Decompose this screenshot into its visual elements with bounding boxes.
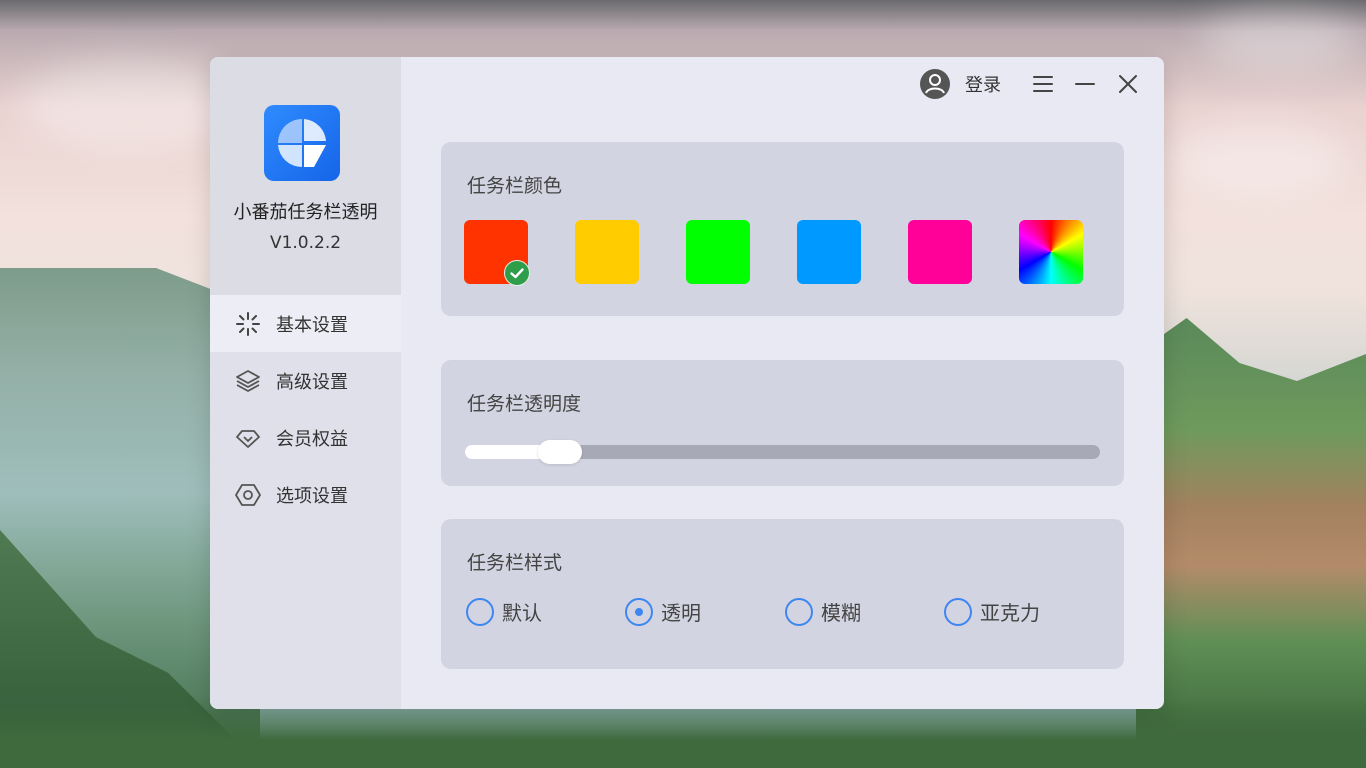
radio-circle [466, 597, 494, 626]
hamburger-menu-button[interactable] [1030, 71, 1056, 97]
sidebar: 小番茄任务栏透明 V1.0.2.2 基本设置 高级设置 会员权益 选项设置 [210, 57, 401, 709]
color-swatch-pink[interactable] [908, 220, 972, 284]
nav-item-option-settings[interactable]: 选项设置 [210, 466, 401, 523]
radio-label: 透明 [661, 601, 701, 625]
nav-label: 会员权益 [276, 428, 348, 450]
app-version: V1.0.2.2 [269, 233, 342, 253]
login-button[interactable]: 登录 [965, 71, 1001, 97]
nav-label: 选项设置 [276, 485, 348, 507]
nav-item-basic-settings[interactable]: 基本设置 [210, 295, 401, 352]
minimize-button[interactable] [1072, 71, 1098, 97]
card-title: 任务栏样式 [467, 552, 563, 574]
taskbar-transparency-card: 任务栏透明度 [441, 360, 1124, 486]
style-radio-blur[interactable]: 模糊 [785, 597, 861, 626]
nav-item-member-benefits[interactable]: 会员权益 [210, 409, 401, 466]
avatar-icon[interactable] [919, 68, 951, 100]
main-panel: 登录 任务栏颜色 任务栏透明度 任务栏样式 默认 透明 模糊 亚克力 [401, 57, 1164, 709]
layers-icon [234, 367, 262, 395]
app-window: 小番茄任务栏透明 V1.0.2.2 基本设置 高级设置 会员权益 选项设置 登录… [210, 57, 1164, 709]
taskbar-color-card: 任务栏颜色 [441, 142, 1124, 316]
radio-circle [625, 597, 653, 626]
color-swatch-green[interactable] [686, 220, 750, 284]
sidebar-header: 小番茄任务栏透明 V1.0.2.2 [210, 57, 401, 295]
style-radio-acrylic[interactable]: 亚克力 [944, 597, 1040, 626]
app-name: 小番茄任务栏透明 [233, 202, 378, 223]
nav-label: 高级设置 [276, 371, 348, 393]
style-radio-transparent[interactable]: 透明 [625, 597, 701, 626]
radio-circle [785, 597, 813, 626]
nav-label: 基本设置 [276, 314, 348, 336]
color-swatch-blue[interactable] [797, 220, 861, 284]
transparency-slider[interactable] [465, 440, 1100, 464]
radio-label: 默认 [502, 601, 542, 625]
radio-label: 亚克力 [980, 601, 1040, 625]
radio-circle [944, 597, 972, 626]
color-swatch-yellow[interactable] [575, 220, 639, 284]
card-title: 任务栏透明度 [467, 393, 582, 415]
check-icon [504, 260, 530, 286]
sparkle-icon [234, 310, 262, 338]
hexagon-settings-icon [234, 481, 262, 509]
app-logo-icon [264, 105, 340, 181]
style-radio-default[interactable]: 默认 [466, 597, 542, 626]
color-swatch-red[interactable] [464, 220, 530, 286]
radio-label: 模糊 [821, 601, 861, 625]
color-swatch-rainbow[interactable] [1019, 220, 1083, 284]
close-button[interactable] [1115, 71, 1141, 97]
diamond-icon [234, 424, 262, 452]
nav-item-advanced-settings[interactable]: 高级设置 [210, 352, 401, 409]
slider-thumb[interactable] [538, 440, 583, 464]
taskbar-style-card: 任务栏样式 默认 透明 模糊 亚克力 [441, 519, 1124, 669]
card-title: 任务栏颜色 [467, 175, 563, 197]
